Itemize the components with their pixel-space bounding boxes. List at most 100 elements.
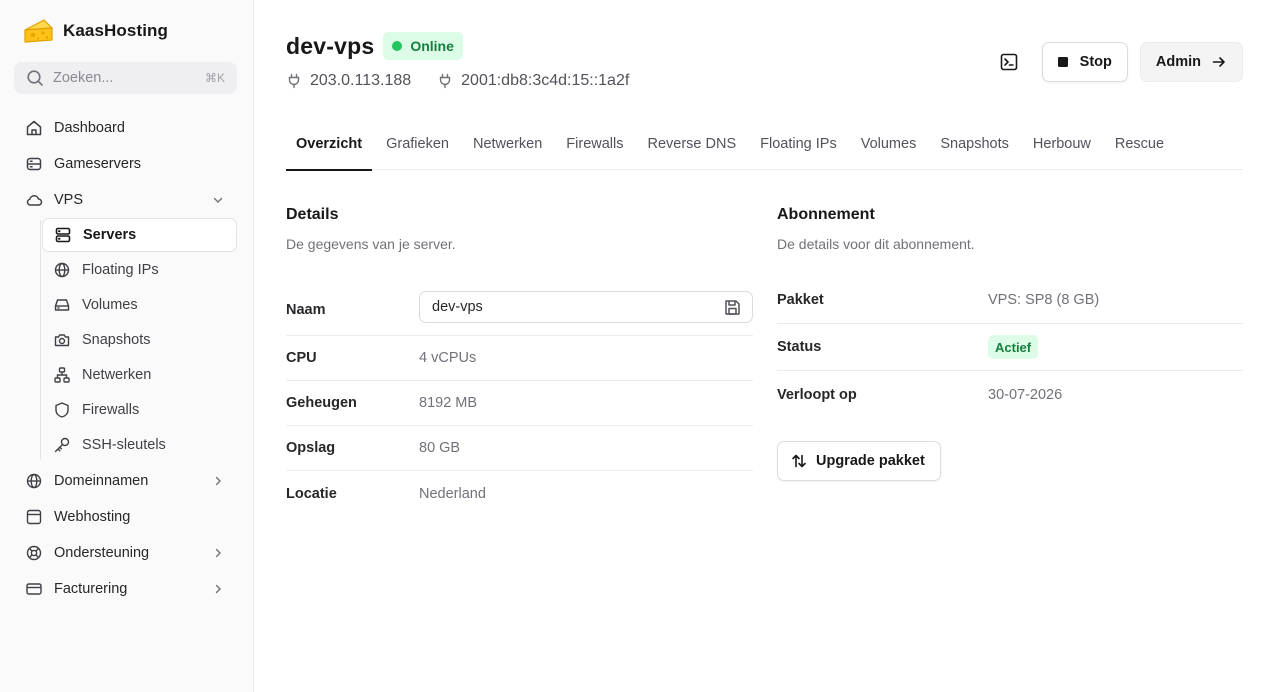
server-name-input[interactable] <box>432 299 702 315</box>
sidebar-item-vps[interactable]: VPS <box>14 184 237 216</box>
detail-label: Geheugen <box>286 395 357 411</box>
detail-value: Nederland <box>419 485 486 502</box>
detail-label: CPU <box>286 350 317 366</box>
subscription-row-package: Pakket VPS: SP8 (8 GB) <box>777 277 1243 324</box>
chevron-right-icon <box>211 546 225 560</box>
globe-icon <box>53 261 71 279</box>
sidebar-item-servers[interactable]: Servers <box>42 218 237 252</box>
tab-netwerken[interactable]: Netwerken <box>463 118 552 170</box>
arrows-up-down-icon <box>791 453 807 469</box>
sidebar-item-label: Facturering <box>54 581 128 597</box>
hard-drive-icon <box>53 296 71 314</box>
ipv4-address[interactable]: 203.0.113.188 <box>286 72 411 90</box>
sidebar-item-label: Webhosting <box>54 509 131 525</box>
tab-snapshots[interactable]: Snapshots <box>930 118 1019 170</box>
sidebar-item-floating-ips[interactable]: Floating IPs <box>42 253 237 287</box>
sidebar-item-ssh-keys[interactable]: SSH-sleutels <box>42 428 237 462</box>
subscription-subtitle: De details voor dit abonnement. <box>777 236 975 252</box>
sidebar-item-label: VPS <box>54 192 84 208</box>
sidebar-item-label: Ondersteuning <box>54 545 150 561</box>
ipv4-text: 203.0.113.188 <box>310 72 412 89</box>
sidebar-item-label: Firewalls <box>82 402 140 418</box>
subscription-value: VPS: SP8 (8 GB) <box>988 292 1100 308</box>
sidebar-item-webhosting[interactable]: Webhosting <box>14 501 237 533</box>
search-input[interactable] <box>53 70 193 86</box>
sidebar-item-firewalls[interactable]: Firewalls <box>42 393 237 427</box>
sidebar-item-netwerken[interactable]: Netwerken <box>42 358 237 392</box>
detail-row-memory: Geheugen 8192 MB <box>286 381 753 426</box>
tab-rescue[interactable]: Rescue <box>1105 118 1174 170</box>
server-name-field[interactable] <box>419 291 753 323</box>
status-badge: Online <box>383 32 463 60</box>
tab-volumes[interactable]: Volumes <box>851 118 927 170</box>
tab-grafieken[interactable]: Grafieken <box>376 118 459 170</box>
sidebar-item-label: Netwerken <box>82 367 152 383</box>
ip-addresses: 203.0.113.188 2001:db8:3c4d:15::1a2f <box>286 72 655 90</box>
sidebar-item-facturering[interactable]: Facturering <box>14 573 237 605</box>
detail-label: Locatie <box>286 485 337 502</box>
chevron-down-icon <box>211 193 225 207</box>
detail-row-storage: Opslag 80 GB <box>286 426 753 471</box>
sidebar-item-label: Floating IPs <box>82 262 159 278</box>
subscription-title: Abonnement <box>777 206 875 223</box>
tab-overzicht[interactable]: Overzicht <box>286 118 373 171</box>
console-button[interactable] <box>989 42 1029 82</box>
plug-icon <box>437 73 453 89</box>
save-icon[interactable] <box>723 298 742 317</box>
detail-label: Naam <box>286 302 326 318</box>
page-title: dev-vps <box>286 32 375 59</box>
stop-button[interactable]: Stop <box>1041 42 1128 82</box>
camera-icon <box>53 331 71 349</box>
database-icon <box>25 155 43 173</box>
subscription-row-expires: Verloopt op 30-07-2026 <box>777 371 1243 418</box>
subscription-value: 30-07-2026 <box>988 386 1063 403</box>
sidebar-item-label: Servers <box>83 227 137 243</box>
tab-bar: Overzicht Grafieken Netwerken Firewalls … <box>286 118 1243 171</box>
upgrade-label: Upgrade pakket <box>816 453 925 469</box>
search-box[interactable]: ⌘K <box>14 62 237 94</box>
globe-icon <box>25 472 43 490</box>
status-label: Online <box>410 38 454 54</box>
tree-line <box>40 220 41 460</box>
detail-row-cpu: CPU 4 vCPUs <box>286 336 753 381</box>
subscription-label: Pakket <box>777 292 824 308</box>
ipv6-address[interactable]: 2001:db8:3c4d:15::1a2f <box>437 72 629 90</box>
chevron-right-icon <box>211 474 225 488</box>
sidebar-item-gameservers[interactable]: Gameservers <box>14 148 237 180</box>
server-icon <box>54 226 72 244</box>
chevron-right-icon <box>211 582 225 596</box>
tab-herbouw[interactable]: Herbouw <box>1023 118 1101 170</box>
tab-floating-ips[interactable]: Floating IPs <box>750 118 847 170</box>
status-dot <box>392 41 403 51</box>
subscription-row-status: Status Actief <box>777 324 1243 371</box>
tab-reverse-dns[interactable]: Reverse DNS <box>637 118 746 170</box>
lifebuoy-icon <box>25 544 43 562</box>
sidebar-item-snapshots[interactable]: Snapshots <box>42 323 237 357</box>
brand[interactable]: KaasHosting <box>22 16 168 46</box>
upgrade-package-button[interactable]: Upgrade pakket <box>777 441 941 481</box>
sidebar-item-volumes[interactable]: Volumes <box>42 288 237 322</box>
admin-button[interactable]: Admin <box>1139 42 1243 82</box>
sidebar-item-label: Volumes <box>82 297 138 313</box>
admin-label: Admin <box>1155 54 1201 70</box>
plug-icon <box>286 73 302 89</box>
tab-firewalls[interactable]: Firewalls <box>556 118 633 170</box>
sidebar-item-label: Gameservers <box>54 156 142 172</box>
key-icon <box>53 436 71 454</box>
subscription-status-badge: Actief <box>988 335 1039 359</box>
browser-window-icon <box>25 508 43 526</box>
details-title: Details <box>286 206 339 223</box>
sidebar-item-domeinnamen[interactable]: Domeinnamen <box>14 465 237 497</box>
detail-value: 4 vCPUs <box>419 350 477 366</box>
home-icon <box>25 119 43 137</box>
cloud-icon <box>25 191 43 209</box>
stop-label: Stop <box>1079 54 1112 70</box>
header-actions: Stop Admin <box>989 42 1243 82</box>
network-icon <box>53 366 71 384</box>
sidebar-item-dashboard[interactable]: Dashboard <box>14 112 237 144</box>
subscription-label: Verloopt op <box>777 386 857 403</box>
sidebar-item-label: Domeinnamen <box>54 473 149 489</box>
sidebar-item-ondersteuning[interactable]: Ondersteuning <box>14 537 237 569</box>
ipv6-text: 2001:db8:3c4d:15::1a2f <box>461 72 630 89</box>
search-shortcut: ⌘K <box>204 71 225 85</box>
